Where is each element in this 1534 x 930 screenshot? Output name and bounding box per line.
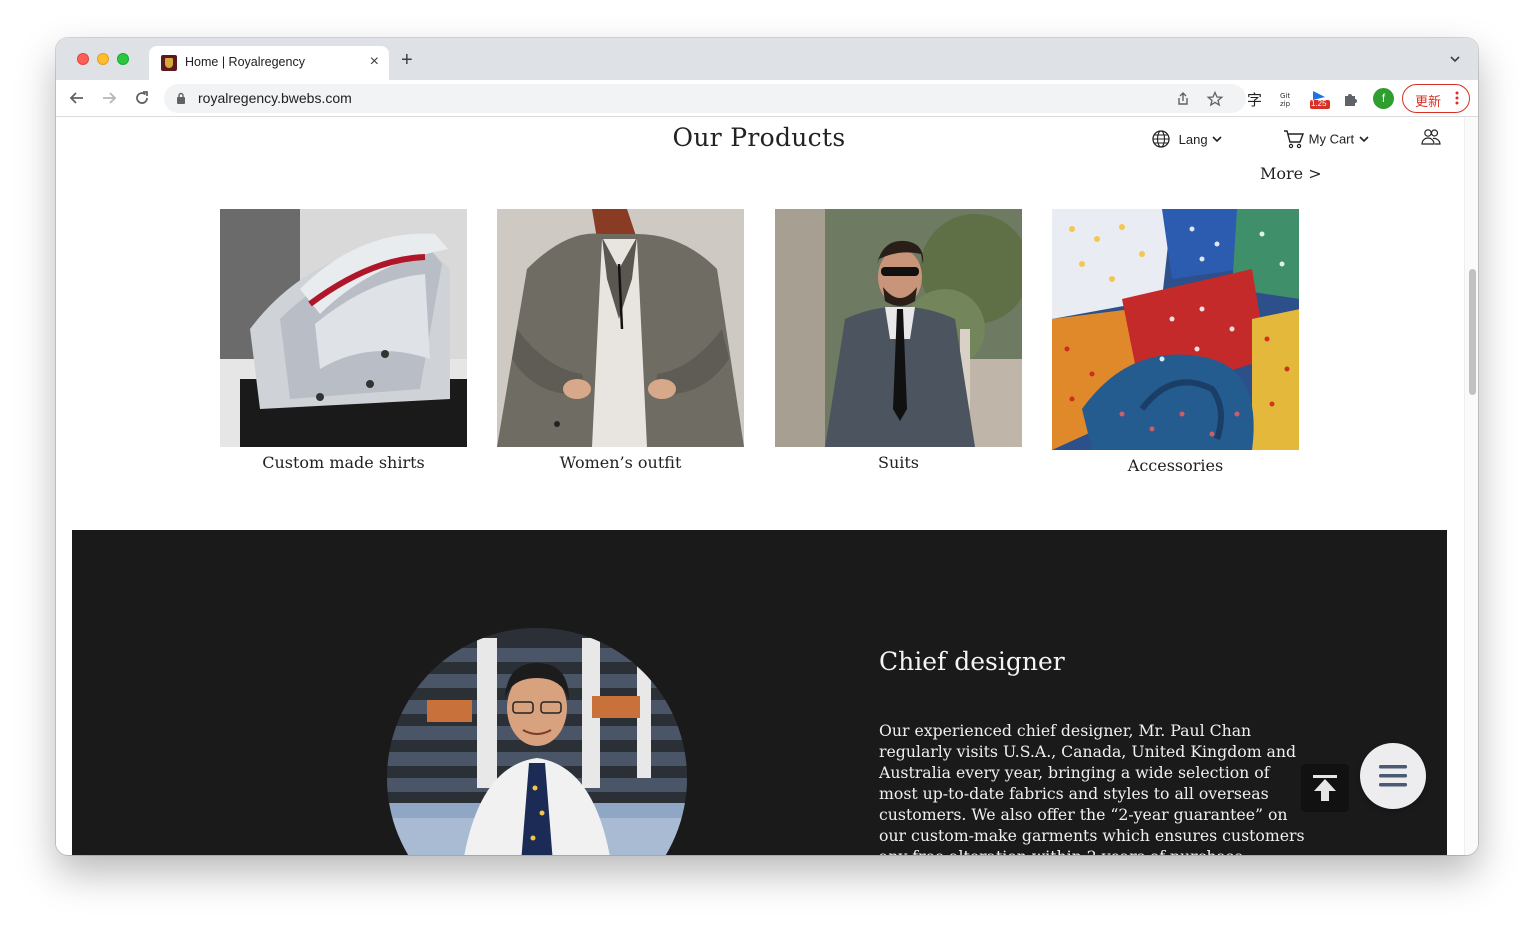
update-button[interactable]: 更新 bbox=[1402, 84, 1470, 113]
browser-toolbar: royalregency.bwebs.com 字 Git zip 1.25 f bbox=[56, 80, 1478, 117]
globe-icon bbox=[1152, 130, 1170, 148]
extensions-puzzle-icon[interactable] bbox=[1341, 89, 1361, 109]
product-caption: Women’s outfit bbox=[559, 453, 682, 472]
language-selector[interactable]: Lang bbox=[1151, 129, 1223, 149]
scroll-to-top-button[interactable] bbox=[1301, 764, 1349, 812]
profile-avatar[interactable]: f bbox=[1373, 88, 1394, 109]
new-tab-button[interactable]: + bbox=[401, 50, 413, 70]
cart-label: My Cart bbox=[1308, 131, 1355, 147]
tab-search-chevron-icon[interactable] bbox=[1448, 52, 1462, 66]
product-card-womens-outfit[interactable]: Women’s outfit bbox=[497, 209, 744, 472]
svg-text:zip: zip bbox=[1280, 100, 1291, 108]
hamburger-menu-icon bbox=[1379, 765, 1407, 787]
designer-title: Chief designer bbox=[879, 647, 1065, 676]
kebab-menu-icon bbox=[1455, 91, 1459, 105]
translate-extension-icon[interactable]: 字 bbox=[1245, 89, 1265, 109]
share-icon[interactable] bbox=[1174, 90, 1192, 108]
product-caption: Accessories bbox=[1127, 456, 1224, 475]
product-card-accessories[interactable]: Accessories bbox=[1052, 209, 1299, 475]
minimize-window-button[interactable] bbox=[97, 53, 109, 65]
update-label: 更新 bbox=[1415, 94, 1442, 109]
zoom-window-button[interactable] bbox=[117, 53, 129, 65]
tab-close-button[interactable]: × bbox=[370, 53, 379, 71]
product-card-shirts[interactable]: Custom made shirts bbox=[220, 209, 467, 472]
svg-text:Git: Git bbox=[1280, 92, 1290, 100]
url-text: royalregency.bwebs.com bbox=[198, 90, 352, 106]
language-label: Lang bbox=[1178, 131, 1208, 147]
back-arrow-icon[interactable] bbox=[68, 89, 86, 107]
shirts-image[interactable] bbox=[220, 209, 467, 447]
womens-outfit-image[interactable] bbox=[497, 209, 744, 447]
cart-selector[interactable]: My Cart bbox=[1283, 129, 1370, 149]
designer-section: Chief designer Our experienced chief des… bbox=[72, 530, 1447, 855]
menu-fab-button[interactable] bbox=[1360, 743, 1426, 809]
lock-icon bbox=[177, 92, 185, 104]
site-favicon-icon bbox=[161, 55, 177, 71]
bookmark-star-icon[interactable] bbox=[1206, 90, 1224, 108]
address-bar[interactable]: royalregency.bwebs.com bbox=[164, 84, 1246, 113]
page-viewport: Our Products Lang My Cart More > Custom … bbox=[56, 117, 1478, 855]
suits-image[interactable] bbox=[775, 209, 1022, 447]
accessories-image[interactable] bbox=[1052, 209, 1299, 450]
tab-home[interactable]: Home | Royalregency × bbox=[149, 46, 389, 80]
speed-extension-icon[interactable]: 1.25 bbox=[1309, 89, 1331, 109]
designer-portrait-image bbox=[387, 628, 687, 855]
extension-badge: 1.25 bbox=[1311, 99, 1327, 108]
svg-text:字: 字 bbox=[1247, 91, 1262, 109]
tab-title: Home | Royalregency bbox=[185, 55, 305, 69]
chevron-down-icon bbox=[1212, 136, 1222, 143]
close-window-button[interactable] bbox=[77, 53, 89, 65]
gitzip-extension-icon[interactable]: Git zip bbox=[1277, 89, 1297, 109]
more-products-link[interactable]: More > bbox=[1260, 164, 1322, 183]
account-icon[interactable] bbox=[1421, 128, 1441, 146]
designer-description: Our experienced chief designer, Mr. Paul… bbox=[879, 721, 1305, 855]
arrow-up-icon bbox=[1313, 775, 1337, 801]
forward-arrow-icon[interactable] bbox=[100, 89, 118, 107]
tab-bar: Home | Royalregency × + bbox=[56, 38, 1478, 80]
browser-window: Home | Royalregency × + royalregency.bwe… bbox=[56, 38, 1478, 855]
cart-icon bbox=[1284, 130, 1305, 149]
product-caption: Custom made shirts bbox=[262, 453, 425, 472]
product-card-suits[interactable]: Suits bbox=[775, 209, 1022, 472]
reload-icon[interactable] bbox=[133, 89, 151, 107]
product-caption: Suits bbox=[877, 453, 920, 472]
scrollbar-thumb[interactable] bbox=[1469, 269, 1476, 395]
page-scrollbar[interactable] bbox=[1464, 117, 1478, 855]
section-title: Our Products bbox=[672, 123, 846, 152]
chevron-down-icon bbox=[1359, 136, 1369, 143]
